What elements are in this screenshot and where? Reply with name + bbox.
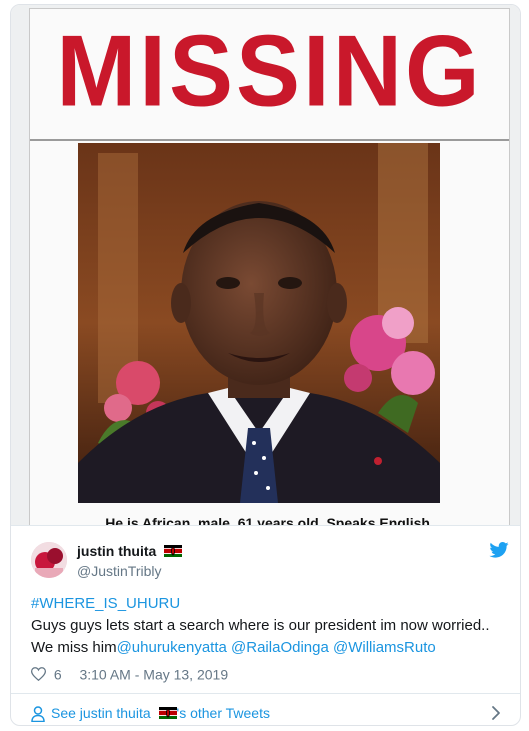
tweet-text: #WHERE_IS_UHURU Guys guys lets start a s…	[31, 593, 511, 659]
author-handle[interactable]: @JustinTribly	[77, 562, 162, 580]
footer-divider	[11, 693, 520, 694]
tweet-line-2: We miss him	[31, 639, 117, 656]
heart-icon[interactable]	[31, 667, 46, 682]
tweet-meta: 6 3:10 AM - May 13, 2019	[31, 664, 228, 683]
tweet-card: MISSING He is African, male, 61 years ol…	[10, 4, 521, 726]
like-count[interactable]: 6	[54, 666, 62, 682]
mention-link[interactable]: @WilliamsRuto	[333, 639, 436, 656]
footer-suffix: 's other Tweets	[176, 705, 270, 721]
kenya-flag-icon	[164, 545, 183, 557]
tweet-timestamp[interactable]: 3:10 AM - May 13, 2019	[79, 666, 228, 682]
media-divider	[11, 525, 520, 526]
poster-caption: He is African, male, 61 years old. Speak…	[105, 515, 434, 525]
author-name[interactable]: justin thuita	[77, 542, 183, 560]
hashtag-link[interactable]: #WHERE_IS_UHURU	[31, 595, 180, 612]
kenya-flag-icon	[158, 707, 177, 719]
avatar[interactable]	[31, 542, 67, 578]
tweet-line-1: Guys guys lets start a search where is o…	[31, 617, 490, 634]
twitter-bird-icon[interactable]	[489, 542, 509, 558]
missing-poster: MISSING He is African, male, 61 years ol…	[29, 8, 510, 525]
author-name-text[interactable]: justin thuita	[77, 543, 156, 559]
poster-divider	[30, 139, 509, 141]
footer-prefix: See justin thuita	[51, 705, 151, 721]
tweet-media[interactable]: MISSING He is African, male, 61 years ol…	[11, 5, 520, 525]
poster-photo	[78, 143, 440, 503]
person-icon	[31, 706, 45, 723]
chevron-right-icon[interactable]	[491, 705, 501, 721]
mention-link[interactable]: @RailaOdinga	[231, 639, 329, 656]
see-other-tweets-link[interactable]: See justin thuita 's other Tweets	[31, 702, 501, 724]
mention-link[interactable]: @uhurukenyatta	[117, 639, 227, 656]
poster-title: MISSING	[56, 15, 483, 128]
